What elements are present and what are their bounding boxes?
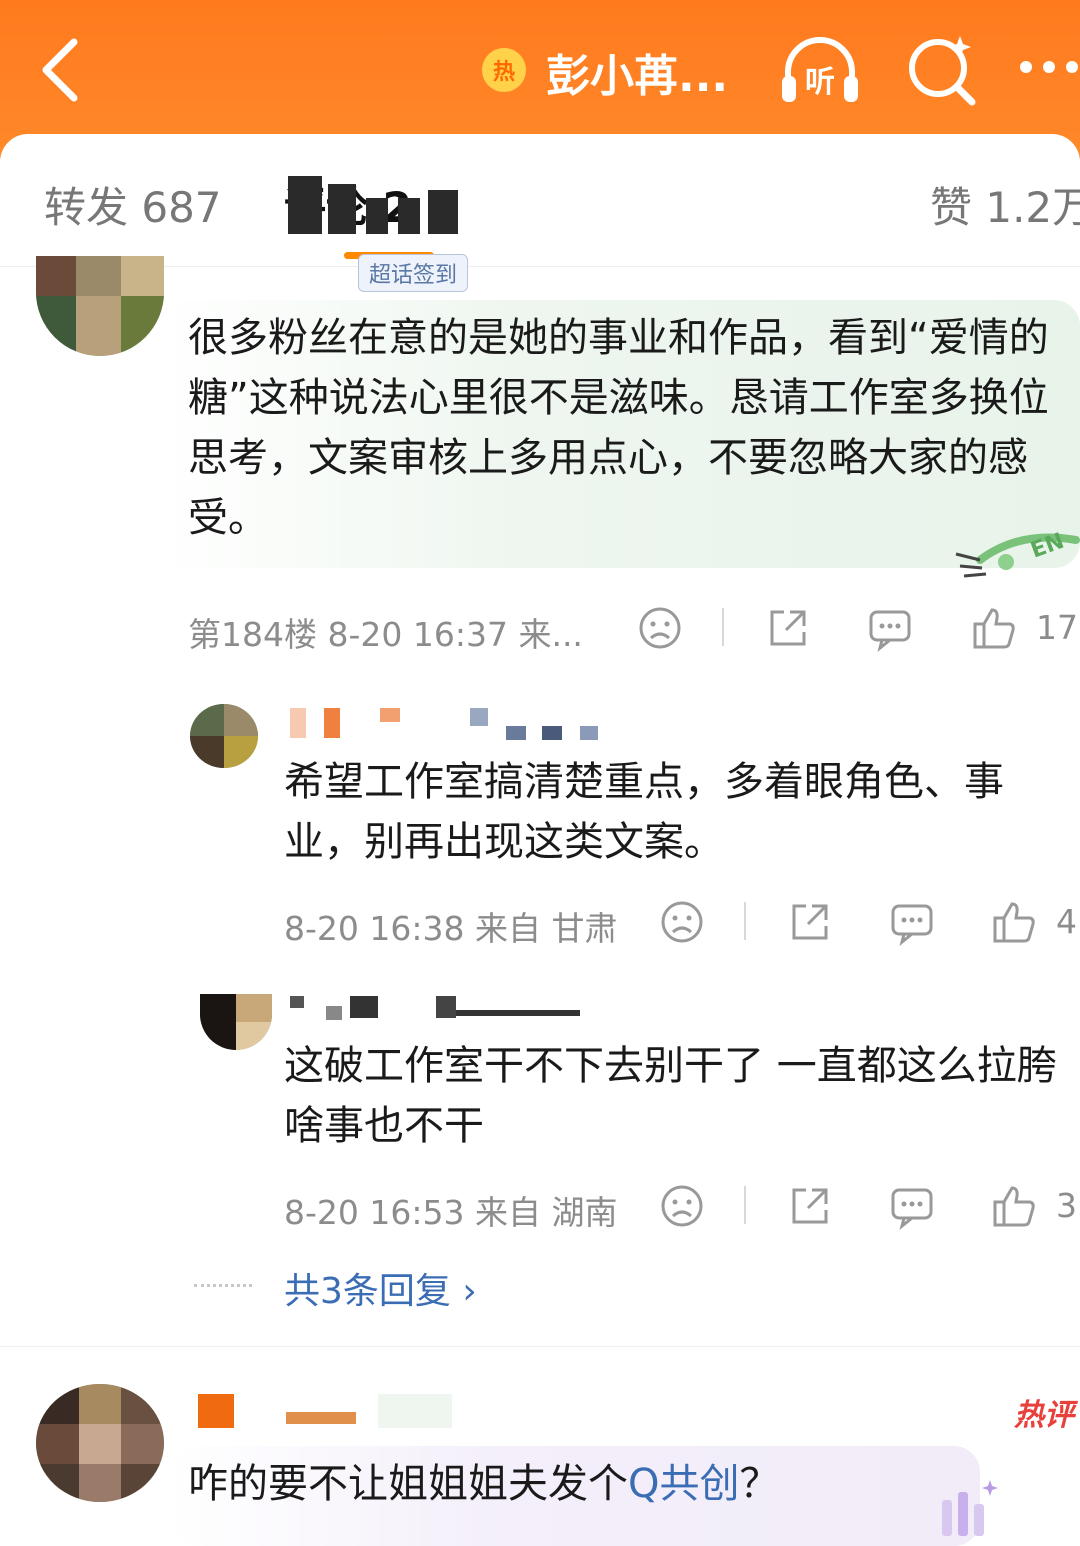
username-mosaic [198, 1394, 458, 1428]
share-icon[interactable] [786, 898, 834, 946]
action-divider [744, 902, 746, 940]
like-count: 17 [1036, 608, 1078, 647]
reply-text: 这破工作室干不下去别干了 一直都这么拉胯 啥事也不干 [284, 1043, 1057, 1149]
topic-link[interactable]: Q共创 [628, 1461, 739, 1507]
like-icon[interactable] [970, 604, 1018, 652]
reply-meta: 8-20 16:38 来自 甘肃 [284, 909, 618, 948]
hot-comment-badge: 热评 [1014, 1398, 1074, 1433]
username-mosaic [290, 708, 610, 740]
more-replies-link[interactable]: 共3条回复 › [284, 1262, 477, 1314]
avatar[interactable] [200, 994, 272, 1050]
back-arrow-icon[interactable] [30, 30, 100, 110]
listen-label: 听 [805, 65, 835, 100]
avatar[interactable] [36, 1384, 164, 1502]
page-title[interactable]: 彭小苒... [546, 40, 728, 104]
comment-text: 很多粉丝在意的是她的事业和作品，看到“爱情的糖”这种说法心里很不是滋味。恳请工作… [188, 315, 1049, 541]
like-count: 4 [1056, 902, 1077, 941]
tab-comment-mosaic [428, 190, 458, 234]
decorative-sticker-icon: EN [955, 529, 1080, 578]
listen-headphones-icon[interactable]: 听 [778, 34, 862, 106]
svg-text:EN: EN [1028, 529, 1068, 564]
checkin-badge: 超话签到 [358, 254, 469, 292]
reply-text: 希望工作室搞清楚重点，多着眼角色、事业，别再出现这类文案。 [284, 759, 1004, 865]
search-icon[interactable] [902, 30, 982, 110]
reply-icon[interactable] [888, 898, 936, 946]
action-divider [722, 608, 724, 646]
reply-meta: 8-20 16:53 来自 湖南 [284, 1193, 618, 1232]
tab-comment-mosaic [288, 176, 322, 234]
dislike-icon[interactable] [636, 604, 684, 652]
decorative-sparkle-icon [942, 1480, 998, 1536]
comment-text-part: ？ [739, 1461, 780, 1507]
reply-icon[interactable] [888, 1182, 936, 1230]
tab-like[interactable]: 赞 1.2万 [930, 174, 1080, 235]
avatar[interactable] [36, 256, 164, 356]
tab-comment-mosaic [328, 184, 356, 234]
tab-comment-mosaic [366, 198, 388, 234]
comment-divider [0, 1346, 1080, 1347]
dislike-icon[interactable] [658, 1182, 706, 1230]
like-count: 3 [1056, 1186, 1077, 1225]
comment-text-part: 咋的要不让姐姐姐夫发个 [188, 1461, 628, 1507]
share-icon[interactable] [764, 604, 812, 652]
tab-comment-mosaic [398, 198, 420, 234]
tab-repost[interactable]: 转发 687 [44, 174, 222, 235]
comment-text: 咋的要不让姐姐姐夫发个Q共创？ [188, 1454, 988, 1514]
like-icon[interactable] [990, 1182, 1038, 1230]
avatar[interactable] [190, 704, 258, 768]
dislike-icon[interactable] [658, 898, 706, 946]
more-replies-dots [194, 1284, 252, 1287]
reply-icon[interactable] [866, 604, 914, 652]
hot-badge-icon: 热 [482, 48, 526, 92]
action-divider [744, 1186, 746, 1224]
like-icon[interactable] [990, 898, 1038, 946]
username-mosaic [290, 996, 590, 1020]
more-dots-icon[interactable] [1018, 52, 1080, 82]
share-icon[interactable] [786, 1182, 834, 1230]
tab-bar: 转发 687 评论 2 赞 1.2万 [0, 134, 1080, 267]
comment-meta: 第184楼 8-20 16:37 来... [188, 615, 583, 654]
